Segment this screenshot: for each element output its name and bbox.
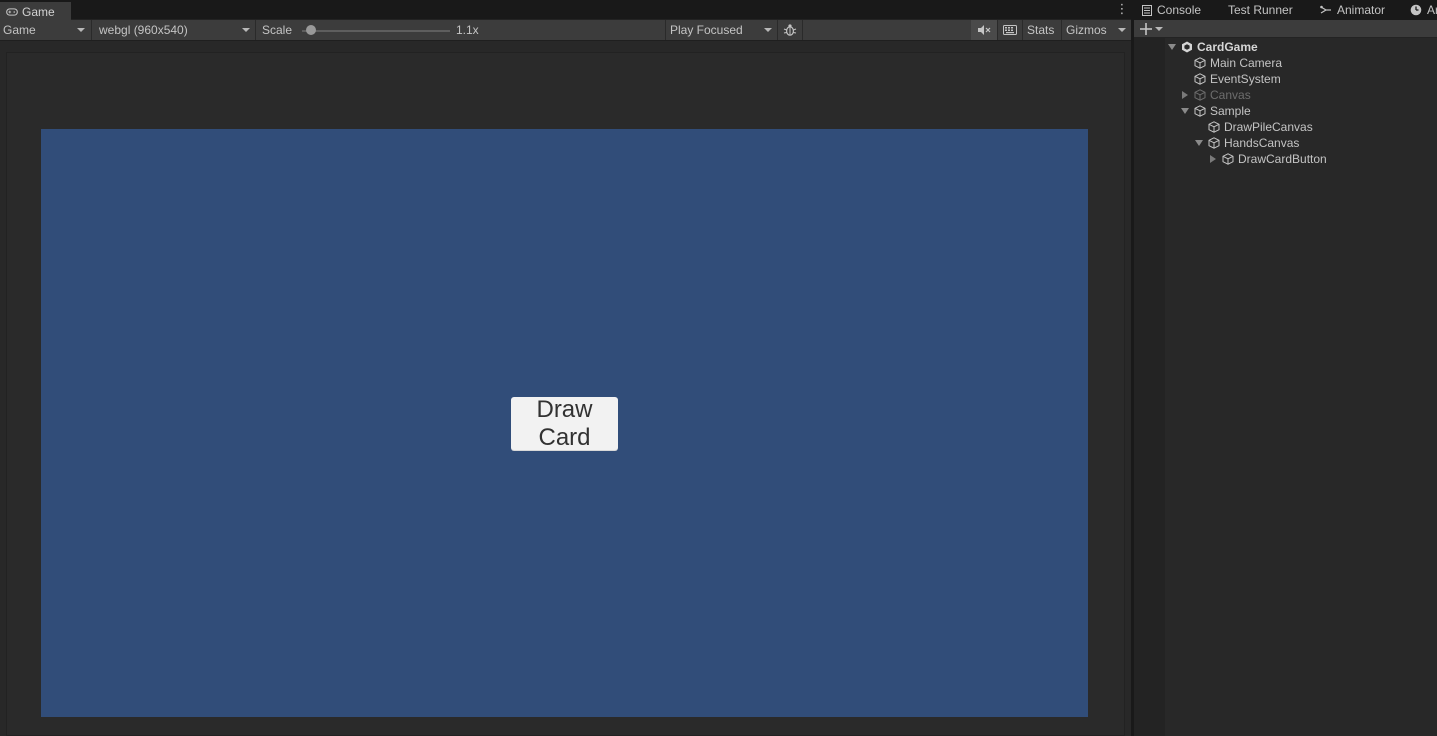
hierarchy-item[interactable]: Sample (1181, 103, 1251, 119)
gizmos-dropdown[interactable] (1114, 20, 1130, 40)
hierarchy-item[interactable]: HandsCanvas (1195, 135, 1299, 151)
game-toolbar: Game webgl (960x540) Scale 1.1x Play Foc… (0, 20, 1131, 41)
hierarchy-item[interactable]: CardGame (1168, 39, 1258, 55)
hierarchy-item[interactable]: Canvas (1182, 87, 1251, 103)
draw-card-button[interactable]: Draw Card (511, 395, 618, 451)
chevron-down-icon (764, 28, 772, 32)
tab-cut-off-label: Ar (1427, 3, 1437, 17)
mute-audio-button[interactable] (971, 20, 997, 40)
tab-console-label: Console (1157, 3, 1202, 17)
expand-arrow-icon[interactable] (1181, 108, 1189, 114)
tab-test-runner-label: Test Runner (1228, 3, 1293, 17)
expand-arrow-icon[interactable] (1195, 140, 1203, 146)
gameobject-cube-icon (1194, 105, 1206, 117)
hierarchy-item-label: Main Camera (1210, 56, 1283, 70)
tab-cut-off[interactable]: Ar (1410, 0, 1437, 20)
chevron-down-icon (1118, 28, 1126, 32)
chevron-down-icon (77, 28, 85, 32)
hierarchy-item[interactable]: EventSystem (1194, 71, 1281, 87)
shortcuts-toggle-button[interactable] (998, 20, 1022, 40)
gameobject-cube-icon (1194, 73, 1206, 85)
chevron-down-icon (1155, 27, 1163, 31)
hierarchy-item-label: Sample (1210, 104, 1251, 118)
display-mode-dropdown[interactable]: Game (0, 20, 89, 40)
tab-game-label: Game (22, 5, 55, 19)
play-mode-dropdown[interactable]: Play Focused (667, 20, 775, 40)
gameobject-cube-icon (1208, 121, 1220, 133)
resolution-value: webgl (960x540) (99, 23, 188, 37)
tab-animator-label: Animator (1337, 3, 1386, 17)
animator-icon (1320, 5, 1331, 14)
hierarchy-item-label: HandsCanvas (1224, 136, 1300, 150)
tab-game[interactable]: Game (0, 2, 71, 20)
game-tab-bar: Game ⋮ (0, 0, 1131, 20)
scale-label: Scale (262, 23, 293, 37)
hierarchy-item[interactable]: DrawPileCanvas (1208, 119, 1313, 135)
tab-test-runner[interactable]: Test Runner (1228, 0, 1293, 20)
console-icon (1142, 4, 1152, 16)
scale-slider-handle[interactable] (305, 25, 316, 35)
hierarchy-item[interactable]: DrawCardButton (1210, 151, 1327, 167)
gamepad-icon (6, 8, 18, 16)
chevron-down-icon (242, 28, 250, 32)
gameobject-cube-icon (1222, 153, 1234, 165)
hierarchy-panel (1134, 0, 1437, 736)
resolution-dropdown[interactable]: webgl (960x540) (96, 20, 254, 40)
tab-animator[interactable]: Animator (1320, 0, 1385, 20)
toolbar-divider (91, 20, 92, 40)
gameobject-cube-icon (1194, 89, 1206, 101)
clock-icon (1410, 4, 1422, 16)
toolbar-divider (777, 20, 778, 40)
toolbar-divider (255, 20, 256, 40)
play-mode-value: Play Focused (670, 23, 743, 37)
expand-arrow-icon[interactable] (1168, 44, 1176, 50)
mute-icon (978, 25, 991, 35)
gizmos-button[interactable]: Gizmos (1063, 20, 1113, 40)
more-options-icon[interactable]: ⋮ (1113, 2, 1131, 18)
gameobject-cube-icon (1208, 137, 1220, 149)
hierarchy-item-label: Canvas (1210, 88, 1251, 102)
hierarchy-item-label: EventSystem (1210, 72, 1281, 86)
collapse-arrow-icon[interactable] (1182, 91, 1188, 99)
create-menu-button[interactable] (1140, 22, 1166, 36)
toolbar-divider (1022, 20, 1023, 40)
hierarchy-item-label: DrawPileCanvas (1224, 120, 1313, 134)
toolbar-divider (665, 20, 666, 40)
toolbar-divider (1061, 20, 1062, 40)
hierarchy-item-label: CardGame (1197, 40, 1258, 54)
frame-debugger-button[interactable] (779, 20, 801, 40)
draw-card-button-line-1: Draw (536, 395, 593, 423)
gameobject-cube-icon (1194, 57, 1206, 69)
collapse-arrow-icon[interactable] (1210, 155, 1216, 163)
plus-icon (1140, 23, 1152, 35)
hierarchy-item[interactable]: Main Camera (1194, 55, 1282, 71)
side-tab-bar: Console Test Runner Animator Ar (1134, 0, 1437, 20)
toolbar-divider (802, 20, 803, 40)
unity-scene-icon (1182, 41, 1192, 53)
hierarchy-toolbar (1134, 20, 1437, 38)
scale-value: 1.1x (456, 23, 479, 37)
scale-slider-track[interactable] (302, 30, 450, 32)
stats-button[interactable]: Stats (1024, 20, 1061, 40)
keyboard-icon (1003, 25, 1017, 35)
hierarchy-item-label: DrawCardButton (1238, 152, 1327, 166)
display-mode-value: Game (3, 23, 36, 37)
hierarchy-gutter (1134, 38, 1165, 736)
draw-card-button-line-2: Card (538, 423, 591, 451)
bug-icon (783, 24, 797, 36)
tab-console[interactable]: Console (1142, 0, 1201, 20)
